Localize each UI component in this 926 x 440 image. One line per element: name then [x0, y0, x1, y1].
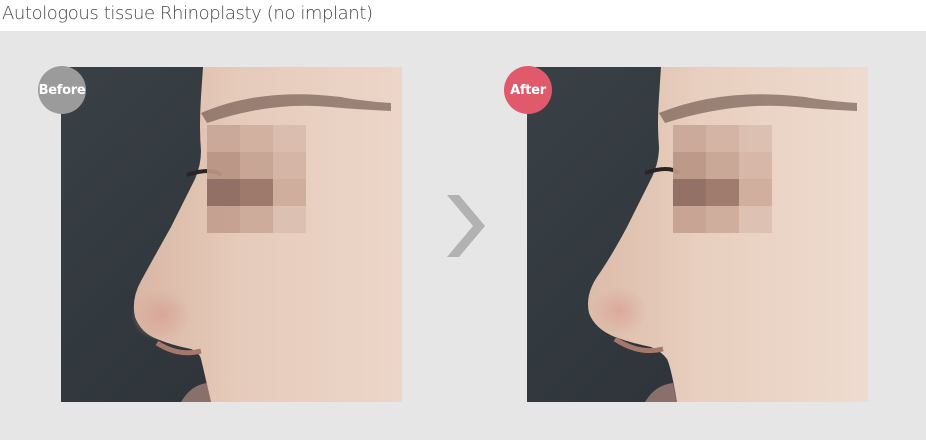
after-badge: After	[504, 66, 552, 114]
page-title: Autologous tissue Rhinoplasty (no implan…	[2, 3, 373, 24]
after-photo	[527, 67, 868, 402]
before-photo	[61, 67, 402, 402]
chevron-right-icon	[447, 195, 485, 257]
before-badge: Before	[38, 66, 86, 114]
before-after-panel: Before After	[0, 31, 926, 440]
